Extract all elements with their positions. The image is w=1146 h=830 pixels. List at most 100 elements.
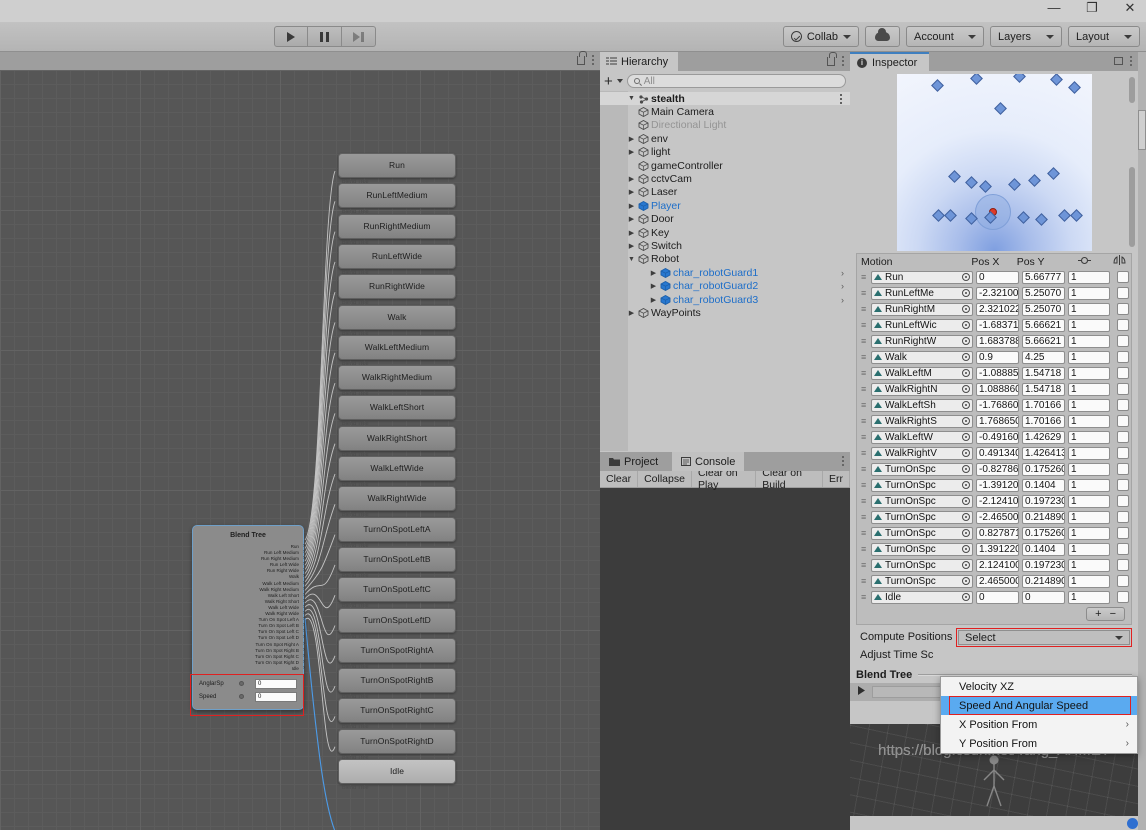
- step-button[interactable]: [342, 26, 376, 47]
- hierarchy-item-light[interactable]: ▶ light: [600, 146, 850, 159]
- object-picker-icon[interactable]: [962, 561, 970, 569]
- more-options-icon[interactable]: [592, 55, 594, 65]
- motion-field[interactable]: WalkRightN: [871, 382, 973, 396]
- animator-state-node[interactable]: WalkLeftShort Blend Tree: [338, 395, 456, 427]
- hierarchy-item-laser[interactable]: ▶ Laser: [600, 186, 850, 199]
- object-picker-icon[interactable]: [962, 417, 970, 425]
- speed-value[interactable]: 0: [255, 691, 297, 702]
- hierarchy-item-char-robotguard3[interactable]: ▶ char_robotGuard3 ›: [600, 293, 850, 306]
- drag-handle-icon[interactable]: ≡: [861, 529, 871, 538]
- mirror-checkbox[interactable]: [1117, 271, 1129, 283]
- animator-state-node[interactable]: RunRightWide Blend Tree: [338, 274, 456, 306]
- animator-state-node[interactable]: TurnOnSpotRightD Blend Tree: [338, 728, 456, 761]
- pos-y-input[interactable]: 1.42629: [1022, 430, 1065, 444]
- menu-item-x-position-from[interactable]: X Position From ›: [941, 715, 1137, 734]
- play-button[interactable]: [274, 26, 308, 47]
- status-indicator-icon[interactable]: [1127, 818, 1138, 829]
- open-prefab-icon[interactable]: ›: [841, 295, 844, 305]
- pos-x-input[interactable]: 1.391220: [976, 542, 1019, 556]
- inspector-scroll-up[interactable]: [1129, 77, 1135, 103]
- object-picker-icon[interactable]: [962, 305, 970, 313]
- drag-handle-icon[interactable]: ≡: [861, 321, 871, 330]
- expand-arrow-icon[interactable]: ▼: [628, 95, 635, 102]
- object-picker-icon[interactable]: [962, 577, 970, 585]
- motion-field[interactable]: TurnOnSpc: [871, 526, 973, 540]
- expand-arrow-icon[interactable]: ▶: [628, 148, 635, 156]
- parameter-row-speed[interactable]: Speed 0: [199, 690, 297, 703]
- blend-motion-point[interactable]: [930, 79, 944, 92]
- animator-state-node[interactable]: RunLeftMedium Blend Tree: [338, 183, 456, 215]
- blend-tree-node[interactable]: Blend Tree RunRun Left MediumRun Right M…: [192, 525, 305, 710]
- pos-x-input[interactable]: 2.321022: [976, 302, 1019, 316]
- mirror-checkbox[interactable]: [1117, 303, 1129, 315]
- pos-y-input[interactable]: 4.25: [1022, 350, 1065, 364]
- drag-handle-icon[interactable]: ≡: [861, 513, 871, 522]
- mirror-checkbox[interactable]: [1117, 463, 1129, 475]
- motion-row[interactable]: ≡ RunRightW 1.683788 5.66621 1: [857, 333, 1131, 349]
- mirror-checkbox[interactable]: [1117, 383, 1129, 395]
- pos-y-input[interactable]: 0.175260: [1022, 462, 1065, 476]
- motion-field[interactable]: TurnOnSpc: [871, 574, 973, 588]
- speed-input[interactable]: 1: [1068, 558, 1110, 572]
- drag-handle-icon[interactable]: ≡: [861, 433, 871, 442]
- expand-arrow-icon[interactable]: ▶: [650, 282, 657, 290]
- object-picker-icon[interactable]: [962, 289, 970, 297]
- pos-y-input[interactable]: 1.54718: [1022, 366, 1065, 380]
- blend-motion-point[interactable]: [1057, 209, 1071, 222]
- animator-state-node[interactable]: TurnOnSpotLeftC Blend Tree: [338, 577, 456, 609]
- object-picker-icon[interactable]: [962, 481, 970, 489]
- pos-x-input[interactable]: 2.465000: [976, 574, 1019, 588]
- mirror-checkbox[interactable]: [1117, 559, 1129, 571]
- blend-space-graph[interactable]: [896, 74, 1092, 251]
- animator-state-node[interactable]: Walk Blend Tree: [338, 304, 456, 337]
- speed-input[interactable]: 1: [1068, 382, 1110, 396]
- console-clear-on-play-button[interactable]: Clear on Play: [692, 467, 757, 491]
- animator-state-node[interactable]: TurnOnSpotLeftA Blend Tree: [338, 516, 456, 549]
- console-log-area[interactable]: [600, 488, 850, 830]
- animator-state-node[interactable]: RunLeftWide Blend Tree: [338, 243, 456, 276]
- motion-row[interactable]: ≡ TurnOnSpc 2.124100 0.197230 1: [857, 557, 1131, 573]
- drag-handle-icon[interactable]: ≡: [861, 449, 871, 458]
- drag-handle-icon[interactable]: ≡: [861, 561, 871, 570]
- collab-button[interactable]: Collab: [782, 26, 859, 47]
- maximize-icon[interactable]: [1114, 57, 1123, 65]
- blend-motion-point[interactable]: [1007, 178, 1021, 191]
- pos-x-input[interactable]: 1.088860: [976, 382, 1019, 396]
- expand-arrow-icon[interactable]: ▶: [628, 202, 635, 210]
- speed-input[interactable]: 1: [1068, 366, 1110, 380]
- animator-state-node[interactable]: RunRightMedium Blend Tree: [338, 213, 456, 246]
- mirror-checkbox[interactable]: [1117, 591, 1129, 603]
- pos-y-input[interactable]: 0.1404: [1022, 478, 1065, 492]
- tab-hierarchy[interactable]: Hierarchy: [600, 52, 679, 71]
- motion-field[interactable]: Walk: [871, 350, 973, 364]
- pos-x-input[interactable]: -1.39120: [976, 478, 1019, 492]
- tab-inspector[interactable]: i Inspector: [850, 52, 930, 71]
- animator-state-node[interactable]: Idle Blend Tree: [338, 759, 456, 791]
- pos-x-input[interactable]: 1.683788: [976, 334, 1019, 348]
- hierarchy-item-cctvcam[interactable]: ▶ cctvCam: [600, 172, 850, 185]
- object-picker-icon[interactable]: [962, 401, 970, 409]
- pos-y-input[interactable]: 0.1404: [1022, 542, 1065, 556]
- pos-y-input[interactable]: 5.66621: [1022, 334, 1065, 348]
- object-picker-icon[interactable]: [962, 321, 970, 329]
- speed-input[interactable]: 1: [1068, 334, 1110, 348]
- animator-state-node[interactable]: TurnOnSpotLeftB Blend Tree: [338, 546, 456, 579]
- open-prefab-icon[interactable]: ›: [841, 281, 844, 291]
- speed-input[interactable]: 1: [1068, 430, 1110, 444]
- hierarchy-item-key[interactable]: ▶ Key: [600, 226, 850, 239]
- pos-y-input[interactable]: 0.197230: [1022, 494, 1065, 508]
- drag-handle-icon[interactable]: ≡: [861, 401, 871, 410]
- motion-row[interactable]: ≡ Idle 0 0 1: [857, 589, 1131, 605]
- pos-x-input[interactable]: 1.768650: [976, 414, 1019, 428]
- pos-y-input[interactable]: 1.70166: [1022, 398, 1065, 412]
- motion-field[interactable]: RunRightM: [871, 302, 973, 316]
- speed-input[interactable]: 1: [1068, 398, 1110, 412]
- motion-field[interactable]: WalkLeftW: [871, 430, 973, 444]
- mirror-checkbox[interactable]: [1117, 351, 1129, 363]
- motion-field[interactable]: WalkLeftSh: [871, 398, 973, 412]
- expand-arrow-icon[interactable]: ▶: [650, 296, 657, 304]
- more-options-icon[interactable]: [1130, 56, 1132, 66]
- compute-positions-menu[interactable]: Velocity XZ Speed And Angular Speed X Posi…: [940, 676, 1138, 754]
- drag-handle-icon[interactable]: ≡: [861, 577, 871, 586]
- mirror-checkbox[interactable]: [1117, 319, 1129, 331]
